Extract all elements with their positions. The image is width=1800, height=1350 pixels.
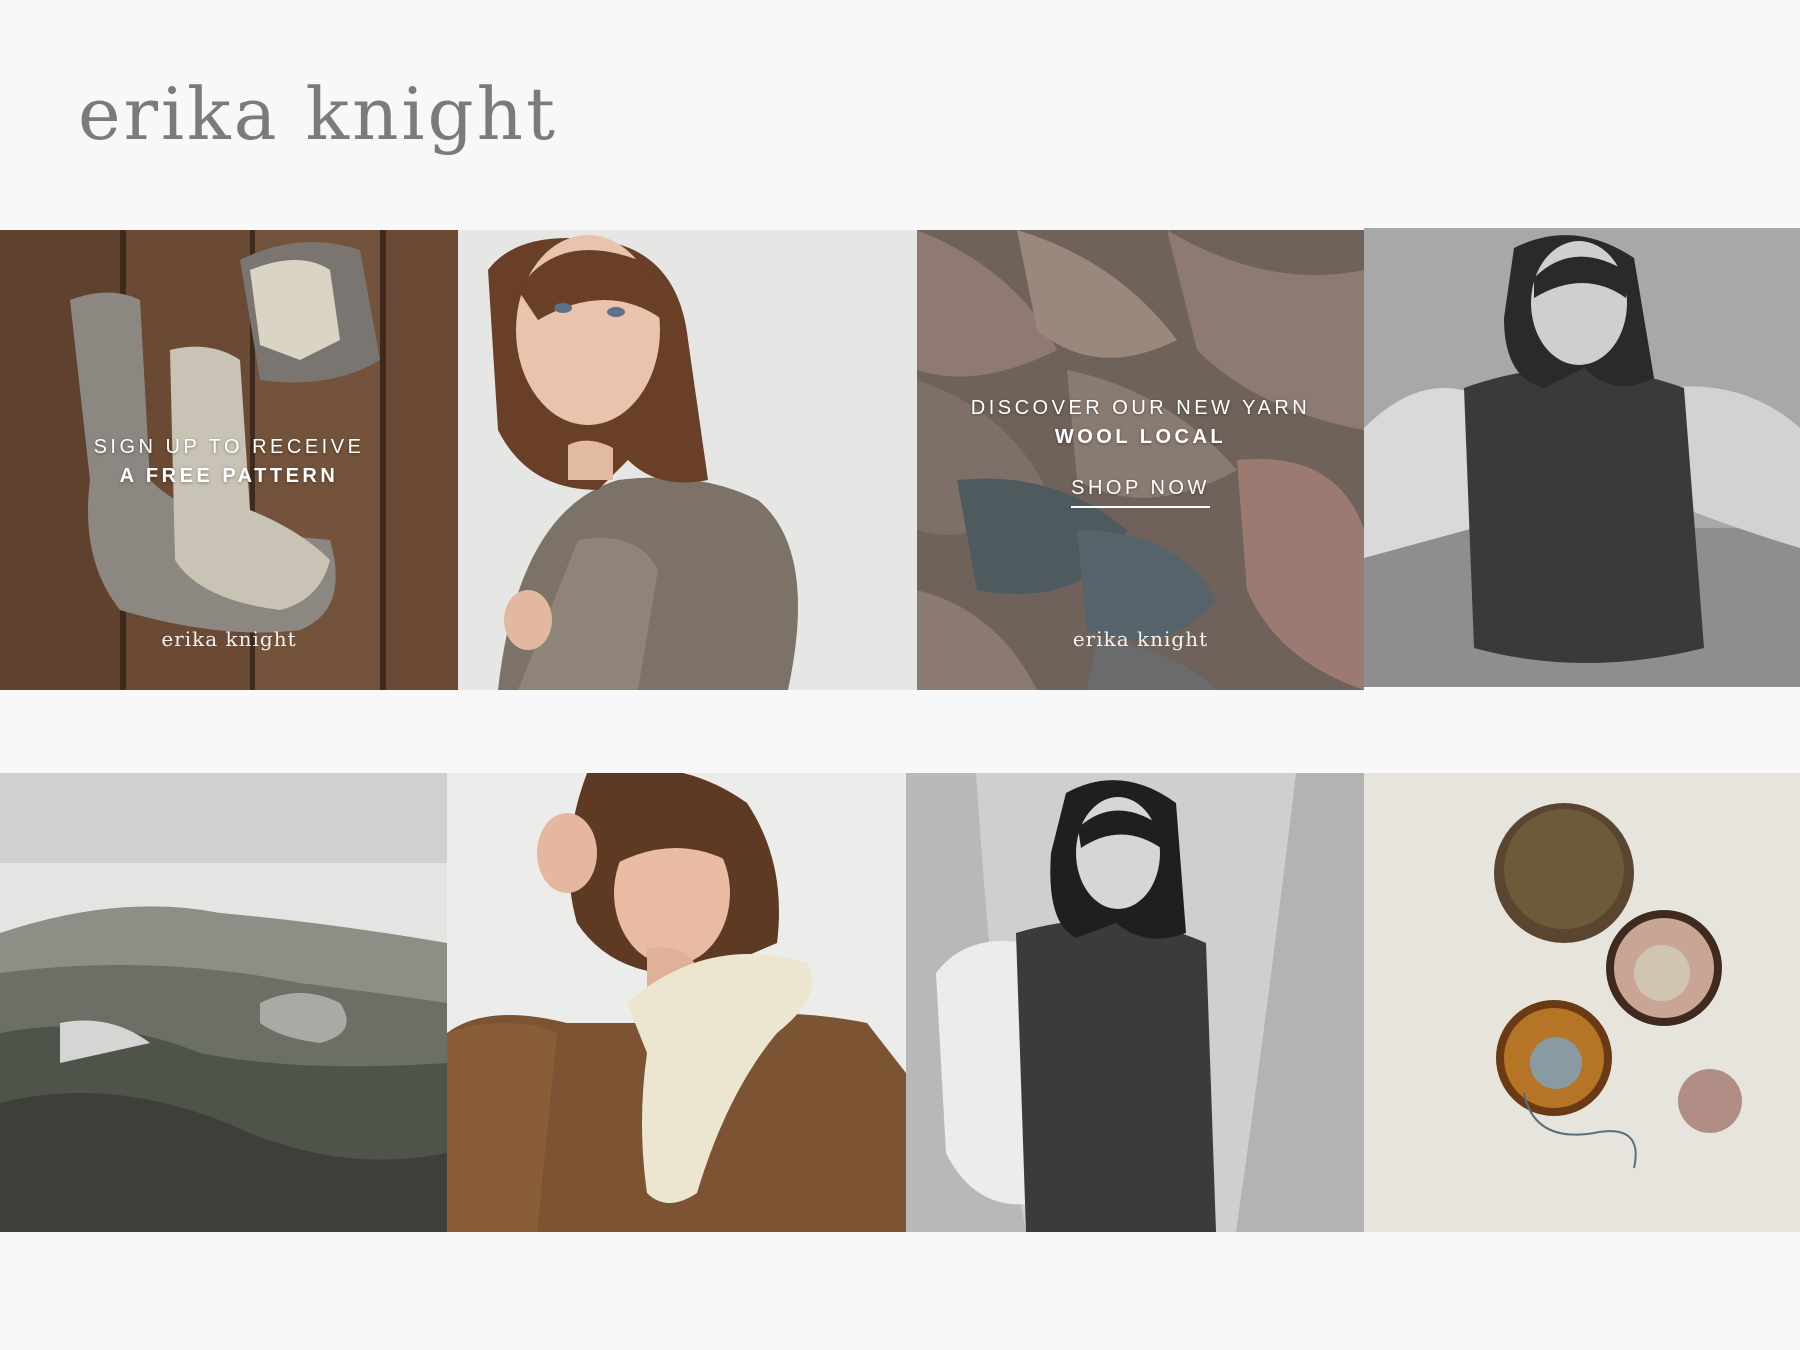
brand-logo[interactable]: erika knight: [78, 72, 558, 156]
model-field-bw-image: [906, 773, 1364, 1232]
tile-model-cardigan[interactable]: [458, 230, 917, 690]
discover-headline: DISCOVER OUR NEW YARN: [970, 397, 1311, 419]
tile-model-field-bw[interactable]: [906, 773, 1364, 1232]
watermark-text: erika knight: [161, 627, 297, 651]
tile-bowls-yarn[interactable]: [1364, 773, 1800, 1232]
wool-local-label: WOOL LOCAL: [1054, 426, 1227, 448]
bowls-yarn-image: [1364, 773, 1800, 1232]
model-vest-bw-image: [1364, 228, 1800, 687]
model-cardigan-image: [458, 230, 917, 690]
tile-model-vest-bw[interactable]: [1364, 228, 1800, 687]
tile-model-scarf[interactable]: [447, 773, 906, 1232]
free-pattern-label: A FREE PATTERN: [119, 465, 339, 487]
tile-wool-local-promo[interactable]: DISCOVER OUR NEW YARN WOOL LOCAL SHOP NO…: [917, 230, 1364, 690]
shop-now-button[interactable]: SHOP NOW: [1071, 477, 1210, 508]
tile-signup-free-pattern[interactable]: SIGN UP TO RECEIVE A FREE PATTERN erika …: [0, 230, 458, 690]
moorland-landscape-image: [0, 773, 447, 1232]
watermark-text: erika knight: [1072, 627, 1209, 651]
signup-headline: SIGN UP TO RECEIVE: [93, 436, 365, 458]
model-scarf-image: [447, 773, 906, 1232]
tile-landscape[interactable]: [0, 773, 447, 1232]
